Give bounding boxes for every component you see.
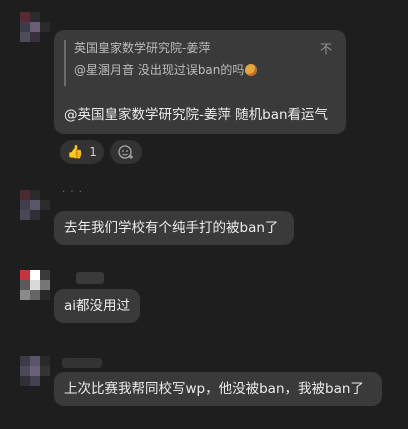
reaction-count: 1	[89, 145, 97, 159]
thumbs-up-icon: 👍	[67, 144, 84, 160]
avatar[interactable]	[20, 12, 50, 42]
add-reaction-button[interactable]	[110, 140, 142, 164]
reaction-thumbs-up[interactable]: 👍 1	[60, 140, 104, 164]
quoted-message[interactable]: 英国皇家数学研究院-姜萍 不 @星溷月音 没出现过误ban的吗	[64, 40, 336, 86]
close-quote-icon[interactable]: 不	[320, 40, 332, 57]
avatar[interactable]	[20, 356, 50, 386]
add-reaction-icon	[118, 145, 133, 159]
sender-name-placeholder	[76, 272, 104, 284]
message-text: 去年我们学校有个纯手打的被ban了	[64, 220, 279, 236]
face-emoji-icon	[245, 64, 258, 76]
quote-text: @星溷月音 没出现过误ban的吗	[74, 63, 245, 77]
avatar[interactable]	[20, 190, 50, 220]
message-bubble[interactable]: ai都没用过	[54, 289, 140, 323]
message-bubble[interactable]: 英国皇家数学研究院-姜萍 不 @星溷月音 没出现过误ban的吗 @英国皇家数学研…	[54, 30, 346, 134]
message-bubble[interactable]: 去年我们学校有个纯手打的被ban了	[54, 211, 294, 245]
sender-name-placeholder: · · ·	[62, 187, 83, 198]
message-text: ai都没用过	[64, 298, 131, 314]
message-bubble[interactable]: 上次比赛我帮同校写wp，他没被ban，我被ban了	[54, 372, 382, 406]
message-text: 上次比赛我帮同校写wp，他没被ban，我被ban了	[64, 381, 364, 397]
sender-name-placeholder	[62, 358, 102, 368]
quote-author: 英国皇家数学研究院-姜萍	[74, 41, 211, 55]
avatar[interactable]	[20, 270, 50, 300]
message-text: @英国皇家数学研究院-姜萍 随机ban看运气	[64, 107, 329, 123]
